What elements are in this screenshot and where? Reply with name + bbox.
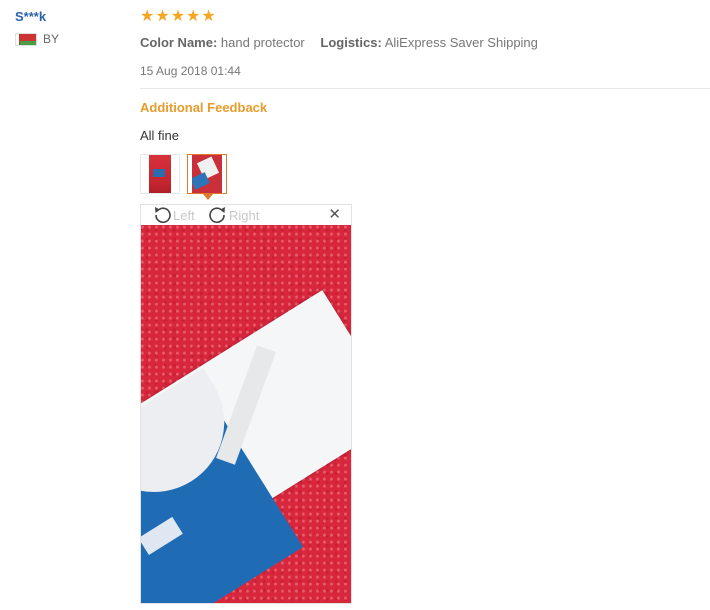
star-icon: ★ bbox=[140, 8, 155, 25]
review-date: 15 Aug 2018 01:44 bbox=[140, 64, 241, 78]
rotate-left-icon bbox=[155, 207, 171, 223]
reviewer-info: S***k BY bbox=[15, 9, 59, 46]
order-attributes: Color Name: hand protector Logistics: Al… bbox=[140, 35, 710, 50]
rotate-left-button[interactable]: Left bbox=[151, 206, 195, 224]
star-rating: ★ ★ ★ ★ ★ bbox=[140, 8, 710, 26]
photo-thumbnail-1[interactable] bbox=[140, 154, 180, 194]
feedback-text: All fine bbox=[140, 128, 180, 143]
rotate-right-icon bbox=[209, 207, 225, 223]
thumbnail-image bbox=[149, 155, 171, 193]
attr-color: Color Name: hand protector bbox=[140, 35, 305, 50]
close-icon[interactable]: ✕ bbox=[328, 207, 341, 222]
reviewer-country: BY bbox=[15, 32, 59, 46]
star-icon: ★ bbox=[186, 8, 201, 25]
star-icon: ★ bbox=[170, 8, 186, 25]
viewer-toolbar: Left Right ✕ bbox=[141, 205, 351, 225]
reviewer-name[interactable]: S***k bbox=[15, 9, 59, 24]
review-photo bbox=[141, 225, 351, 603]
attr-logistics: Logistics: AliExpress Saver Shipping bbox=[320, 35, 538, 50]
photo-viewer: Left Right ✕ bbox=[140, 204, 352, 604]
star-icon: ★ bbox=[201, 8, 216, 25]
thumbnail-image bbox=[192, 155, 222, 193]
divider bbox=[140, 88, 710, 89]
photo-thumbnails bbox=[140, 154, 227, 200]
belarus-flag-icon bbox=[15, 32, 37, 46]
country-code: BY bbox=[43, 32, 60, 46]
rotate-right-button[interactable]: Right bbox=[207, 206, 259, 224]
star-icon: ★ bbox=[155, 8, 170, 25]
review-body: ★ ★ ★ ★ ★ Color Name: hand protector Log… bbox=[140, 8, 710, 604]
additional-feedback-title: Additional Feedback bbox=[140, 100, 268, 115]
photo-thumbnail-2[interactable] bbox=[187, 154, 227, 200]
